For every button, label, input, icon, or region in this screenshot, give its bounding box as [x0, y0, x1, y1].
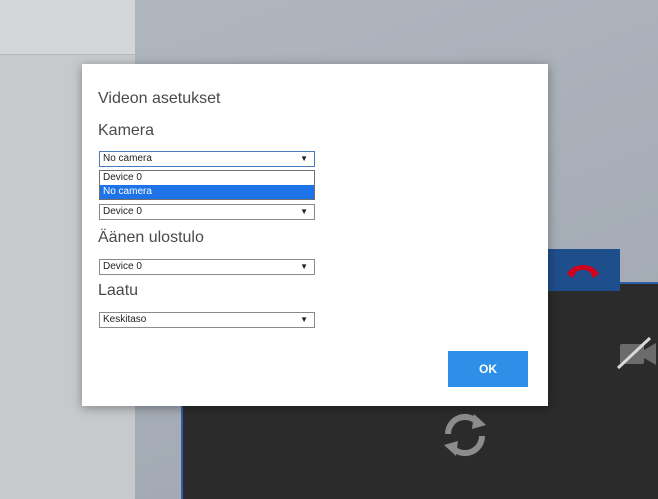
camera-off-icon — [616, 336, 656, 370]
audio-output-label: Äänen ulostulo — [98, 229, 204, 246]
refresh-button[interactable] — [434, 404, 496, 466]
chevron-down-icon: ▼ — [300, 207, 308, 216]
microphone-select-value: Device 0 — [103, 206, 142, 217]
microphone-select[interactable]: Device 0 ▼ — [99, 204, 315, 220]
background-sidebar-header — [0, 0, 135, 55]
quality-select-value: Keskitaso — [103, 314, 147, 325]
phone-hangup-icon — [567, 265, 599, 278]
camera-option-no-camera[interactable]: No camera — [100, 185, 314, 199]
camera-select-value: No camera — [103, 153, 152, 164]
dialog-title: Videon asetukset — [98, 90, 221, 107]
camera-off-button[interactable] — [612, 330, 658, 376]
quality-select[interactable]: Keskitaso ▼ — [99, 312, 315, 328]
camera-select[interactable]: No camera ▼ — [99, 151, 315, 167]
camera-dropdown-list: Device 0 No camera — [99, 170, 315, 200]
refresh-icon — [444, 413, 486, 457]
audio-output-select[interactable]: Device 0 ▼ — [99, 259, 315, 275]
audio-output-select-value: Device 0 — [103, 261, 142, 272]
chevron-down-icon: ▼ — [300, 262, 308, 271]
video-settings-dialog: Videon asetukset Kamera No camera ▼ Devi… — [82, 64, 548, 406]
hangup-button[interactable] — [546, 249, 620, 291]
ok-button[interactable]: OK — [448, 351, 528, 387]
quality-label: Laatu — [98, 282, 139, 299]
chevron-down-icon: ▼ — [300, 315, 308, 324]
camera-option-device-0[interactable]: Device 0 — [100, 171, 314, 185]
chevron-down-icon: ▼ — [300, 154, 308, 163]
camera-label: Kamera — [98, 122, 155, 139]
